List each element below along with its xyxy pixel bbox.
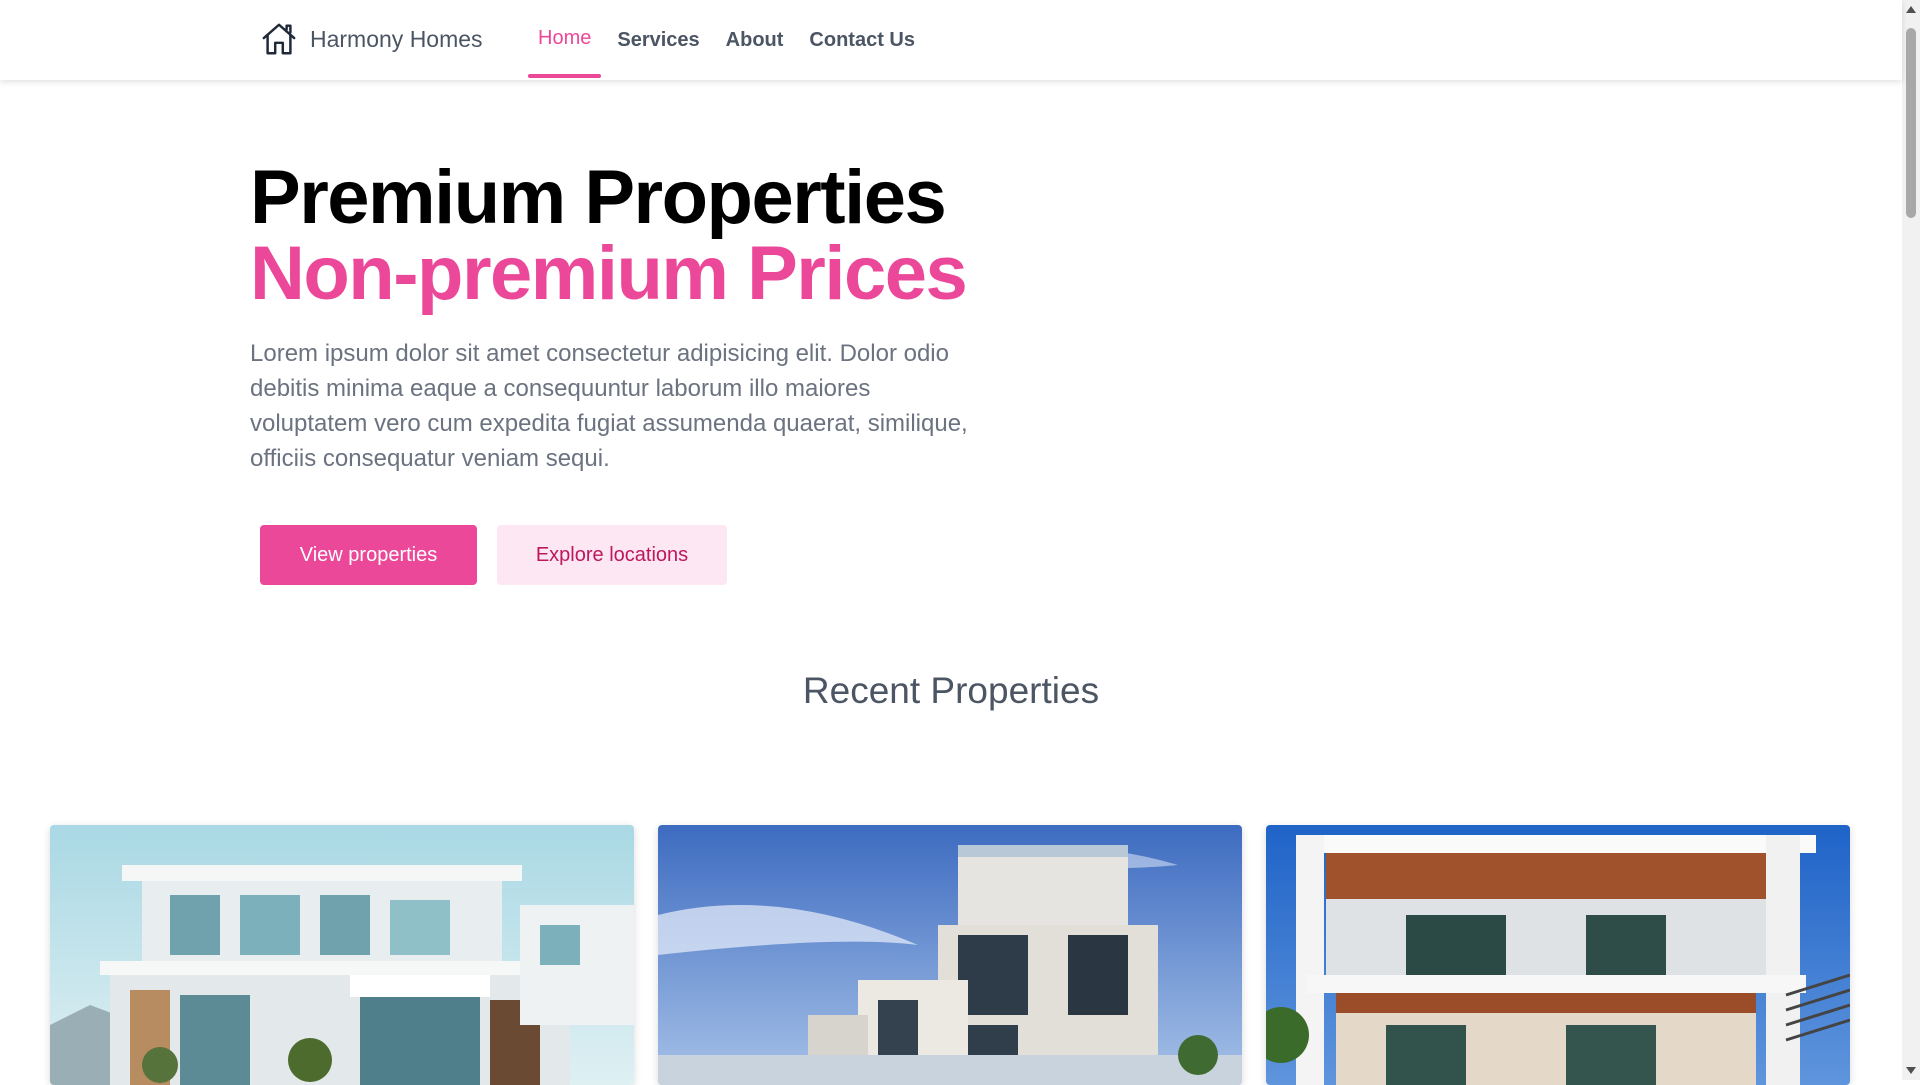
property-card[interactable] bbox=[50, 825, 634, 1085]
property-image-blue-sky-house bbox=[658, 825, 1242, 1085]
hero-title: Premium Properties Non-premium Prices bbox=[250, 160, 1050, 312]
hero-title-line1: Premium Properties bbox=[250, 155, 947, 240]
property-image-wood-ceiling-house bbox=[1266, 825, 1850, 1085]
scroll-thumb[interactable] bbox=[1906, 28, 1916, 218]
scroll-down-arrow-icon[interactable] bbox=[1906, 1067, 1916, 1074]
hero-title-line2: Non-premium Prices bbox=[250, 231, 968, 316]
property-image-white-villa bbox=[50, 825, 634, 1085]
property-card[interactable] bbox=[1266, 825, 1850, 1085]
property-card[interactable] bbox=[658, 825, 1242, 1085]
nav-about[interactable]: About bbox=[716, 0, 794, 80]
property-cards bbox=[50, 825, 1850, 1085]
scroll-up-arrow-icon[interactable] bbox=[1906, 6, 1916, 13]
page-scrollbar[interactable] bbox=[1902, 0, 1920, 1080]
nav-contact-us[interactable]: Contact Us bbox=[799, 0, 925, 80]
view-properties-button[interactable]: View properties bbox=[260, 525, 477, 585]
main-nav: Home Services About Contact Us bbox=[528, 0, 931, 80]
nav-home[interactable]: Home bbox=[528, 0, 602, 80]
hero-description: Lorem ipsum dolor sit amet consectetur a… bbox=[250, 340, 968, 472]
nav-services[interactable]: Services bbox=[607, 0, 709, 80]
brand-link[interactable]: Harmony Homes bbox=[260, 20, 483, 58]
house-icon bbox=[260, 20, 298, 58]
hero-buttons: View properties Explore locations bbox=[260, 525, 727, 585]
top-navbar: Harmony Homes Home Services About Contac… bbox=[0, 0, 1902, 80]
explore-locations-button[interactable]: Explore locations bbox=[497, 525, 727, 585]
brand-name: Harmony Homes bbox=[310, 25, 483, 52]
hero-section: Premium Properties Non-premium Prices Lo… bbox=[250, 160, 1050, 585]
recent-properties-title: Recent Properties bbox=[802, 670, 1100, 711]
